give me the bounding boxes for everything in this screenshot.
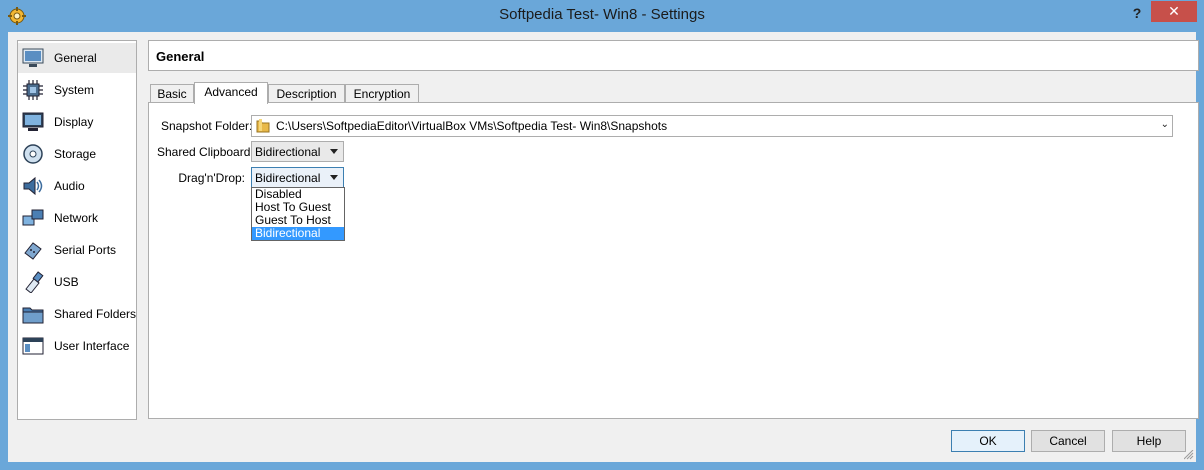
storage-icon (23, 144, 43, 164)
system-icon (23, 80, 43, 100)
dialog-client-area: General System Display Storage Audio Net… (8, 32, 1199, 462)
sidebar-item-label: Shared Folders (54, 307, 137, 321)
advanced-tab-panel: Snapshot Folder: C:\Users\SoftpediaEdito… (148, 102, 1199, 419)
tab-advanced[interactable]: Advanced (194, 82, 268, 104)
sidebar-item-label: User Interface (54, 339, 130, 353)
snapshot-folder-label: Snapshot Folder: (161, 119, 253, 133)
chevron-down-icon[interactable]: ⌄ (1161, 119, 1169, 130)
sidebar-item-network[interactable]: Network (18, 203, 136, 233)
section-title: General (156, 49, 205, 64)
sidebar-item-label: Network (54, 211, 99, 225)
sidebar-item-usb[interactable]: USB (18, 267, 136, 297)
display-icon (22, 112, 44, 131)
sidebar-item-label: System (54, 83, 95, 97)
serial-ports-icon (24, 242, 42, 260)
sidebar-item-general[interactable]: General (18, 43, 136, 73)
sidebar-item-label: Audio (54, 179, 85, 193)
sidebar-item-serial-ports[interactable]: Serial Ports (18, 235, 136, 265)
shared-folders-icon (22, 307, 44, 324)
sidebar-item-label: USB (54, 275, 79, 289)
close-button[interactable]: ✕ (1151, 1, 1197, 22)
sidebar-item-label: Display (54, 115, 94, 129)
section-header: General (148, 40, 1199, 71)
audio-icon (23, 176, 43, 196)
dropdown-option-bidirectional[interactable]: Bidirectional (252, 227, 344, 240)
shared-clipboard-select[interactable]: Bidirectional (251, 141, 344, 162)
tab-description[interactable]: Description (268, 84, 345, 103)
title-help-button[interactable]: ? (1126, 3, 1148, 23)
sidebar-item-storage[interactable]: Storage (18, 139, 136, 169)
usb-icon (25, 271, 44, 293)
sidebar-item-user-interface[interactable]: User Interface (18, 331, 136, 361)
sidebar-item-audio[interactable]: Audio (18, 171, 136, 201)
sidebar-item-label: Storage (54, 147, 97, 161)
window-title: Softpedia Test- Win8 - Settings (499, 6, 705, 23)
title-bar[interactable]: Softpedia Test- Win8 - Settings ? ✕ (0, 0, 1204, 32)
ok-button[interactable]: OK (951, 430, 1025, 452)
user-interface-icon (22, 337, 44, 355)
dropdown-arrow-icon (330, 149, 338, 154)
settings-window: Softpedia Test- Win8 - Settings ? ✕ Gene… (0, 0, 1204, 470)
sidebar-item-display[interactable]: Display (18, 107, 136, 137)
shared-clipboard-label: Shared Clipboard: (157, 145, 254, 159)
tab-basic[interactable]: Basic (150, 84, 194, 103)
sidebar-item-label: General (54, 51, 97, 65)
drag-n-drop-dropdown-list: Disabled Host To Guest Guest To Host Bid… (251, 187, 345, 241)
network-icon (22, 209, 44, 226)
general-icon (22, 48, 44, 67)
shared-clipboard-value: Bidirectional (255, 145, 321, 159)
snapshot-folder-path: C:\Users\SoftpediaEditor\VirtualBox VMs\… (276, 119, 668, 133)
drag-n-drop-value: Bidirectional (255, 171, 321, 185)
snapshot-folder-combo[interactable]: C:\Users\SoftpediaEditor\VirtualBox VMs\… (251, 115, 1173, 137)
cancel-button[interactable]: Cancel (1031, 430, 1105, 452)
folder-icon (256, 119, 270, 133)
sidebar-item-shared-folders[interactable]: Shared Folders (18, 299, 136, 329)
resize-grip-icon[interactable] (1184, 450, 1194, 460)
sidebar-item-label: Serial Ports (54, 243, 117, 257)
drag-n-drop-label: Drag'n'Drop: (178, 171, 245, 185)
dropdown-arrow-icon (330, 175, 338, 180)
drag-n-drop-select[interactable]: Bidirectional (251, 167, 344, 188)
help-button[interactable]: Help (1112, 430, 1186, 452)
sidebar-item-system[interactable]: System (18, 75, 136, 105)
settings-sidebar: General System Display Storage Audio Net… (17, 40, 137, 420)
tab-encryption[interactable]: Encryption (345, 84, 419, 103)
